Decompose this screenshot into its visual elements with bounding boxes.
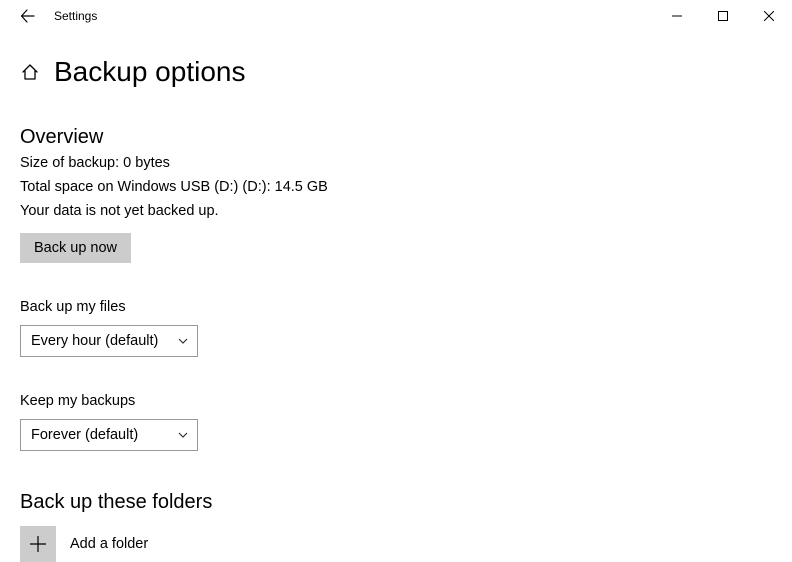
backup-frequency-select[interactable]: Every hour (default): [20, 325, 198, 357]
back-arrow-icon: [20, 8, 36, 24]
page-title: Backup options: [54, 56, 245, 88]
plus-icon: [29, 535, 47, 553]
backup-folders-section: Back up these folders Add a folder: [20, 491, 768, 562]
folders-heading: Back up these folders: [20, 491, 768, 514]
backup-retention-select[interactable]: Forever (default): [20, 419, 198, 451]
maximize-icon: [718, 11, 728, 21]
close-icon: [764, 11, 774, 21]
backup-frequency-group: Back up my files Every hour (default): [20, 299, 768, 357]
backup-retention-label: Keep my backups: [20, 393, 768, 409]
backup-retention-group: Keep my backups Forever (default): [20, 393, 768, 451]
total-space-text: Total space on Windows USB (D:) (D:): 14…: [20, 179, 768, 195]
backup-frequency-label: Back up my files: [20, 299, 768, 315]
minimize-button[interactable]: [654, 0, 700, 32]
backup-frequency-value: Every hour (default): [31, 333, 158, 349]
chevron-down-icon: [177, 335, 189, 347]
add-folder-button[interactable]: Add a folder: [20, 526, 768, 562]
maximize-button[interactable]: [700, 0, 746, 32]
titlebar: Settings: [0, 0, 792, 32]
minimize-icon: [672, 11, 682, 21]
back-button[interactable]: [8, 0, 48, 32]
plus-icon-box: [20, 526, 56, 562]
backup-size-text: Size of backup: 0 bytes: [20, 155, 768, 171]
backup-now-button[interactable]: Back up now: [20, 233, 131, 263]
add-folder-label: Add a folder: [70, 536, 148, 552]
content-area: Backup options Overview Size of backup: …: [0, 32, 792, 562]
chevron-down-icon: [177, 429, 189, 441]
window-controls: [654, 0, 792, 32]
app-title: Settings: [54, 9, 97, 23]
backup-retention-value: Forever (default): [31, 427, 138, 443]
home-icon: [21, 63, 39, 81]
home-button[interactable]: [20, 62, 40, 82]
backup-status-text: Your data is not yet backed up.: [20, 203, 768, 219]
overview-heading: Overview: [20, 126, 768, 149]
page-header: Backup options: [20, 56, 768, 88]
close-button[interactable]: [746, 0, 792, 32]
